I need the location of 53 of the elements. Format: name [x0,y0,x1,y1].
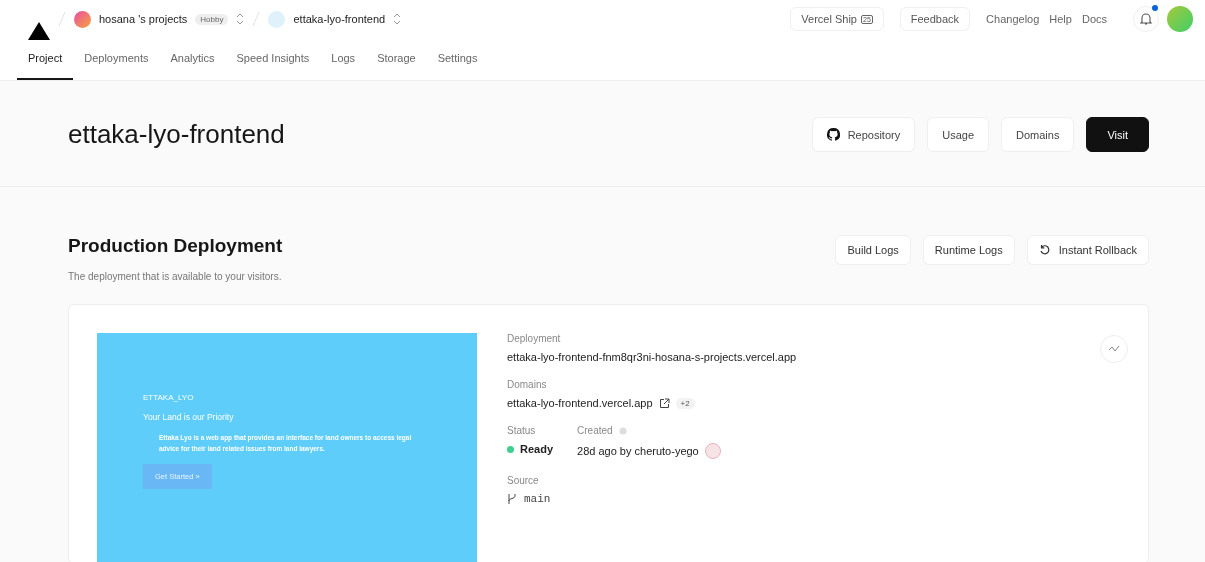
deployment-button[interactable]: Build Logs [835,235,911,265]
header-link[interactable]: Docs [1081,13,1107,25]
nav-tab[interactable]: Storage [366,42,427,80]
nav-tab[interactable]: Logs [320,42,367,80]
vercel-logo-icon[interactable] [28,22,50,40]
external-link-icon [658,397,670,409]
chevron-updown-icon[interactable] [236,13,245,25]
header-link[interactable]: Changelog [986,13,1040,25]
section-subtitle: The deployment that is available to your visitors. [68,271,283,282]
header-button[interactable]: Usage [927,117,989,152]
branch-name[interactable]: main [524,493,551,505]
header-link-button[interactable]: Feedback [899,7,971,31]
field-label: Domains [507,379,547,390]
github-icon [826,128,840,141]
project-name[interactable]: ettaka-lyo-frontend [293,13,386,25]
separator-slash-icon [58,11,66,27]
user-avatar-icon [704,443,721,459]
header-button[interactable]: Repository [811,117,916,152]
preview-tagline: Your Land is our Priority [143,412,234,422]
notifications-button[interactable] [1133,6,1159,32]
project-title: ettaka-lyo-frontend [68,119,285,150]
created-text: 28d ago by cheruto-yego [577,445,699,457]
status-text: Ready [520,443,554,455]
nav-tab[interactable]: Settings [426,42,489,80]
field-label: Source [507,475,539,486]
preview-brand: ETTAKA_LYO [143,393,194,402]
branch-icon [507,493,518,505]
nav-tab[interactable]: Speed Insights [225,42,321,80]
field-label: Status [507,425,537,436]
domain-link[interactable]: ettaka-lyo-frontend.vercel.app [507,397,653,409]
more-domains-badge[interactable]: +2 [675,397,695,409]
user-avatar-icon[interactable] [1167,6,1193,32]
deployment-url[interactable]: ettaka-lyo-frontend-fnm8qr3ni-hosana-s-projects.vercel.app [507,351,797,363]
team-name[interactable]: hosana 's projects [99,13,188,25]
section-title: Production Deployment [68,235,283,257]
nav-tab[interactable]: Project [17,42,74,80]
header-button[interactable]: Visit [1086,117,1149,152]
header-link[interactable]: Help [1049,13,1072,25]
deployment-button[interactable]: Instant Rollback [1026,235,1149,265]
nav-tab[interactable]: Deployments [73,42,160,80]
undo-icon [1038,244,1051,256]
bell-icon [1139,12,1153,26]
project-avatar-icon [268,10,286,28]
team-avatar-icon [74,10,91,28]
plan-badge: Hobby [195,13,229,25]
nav-tab[interactable]: Analytics [159,42,226,80]
chevron-updown-icon[interactable] [393,13,402,25]
info-icon [618,426,627,435]
header-button[interactable]: Domains [1001,117,1075,152]
field-label: Deployment [507,333,561,344]
deployment-button[interactable]: Runtime Logs [922,235,1015,265]
field-label: Created [577,425,613,436]
separator-slash-icon [252,11,261,27]
